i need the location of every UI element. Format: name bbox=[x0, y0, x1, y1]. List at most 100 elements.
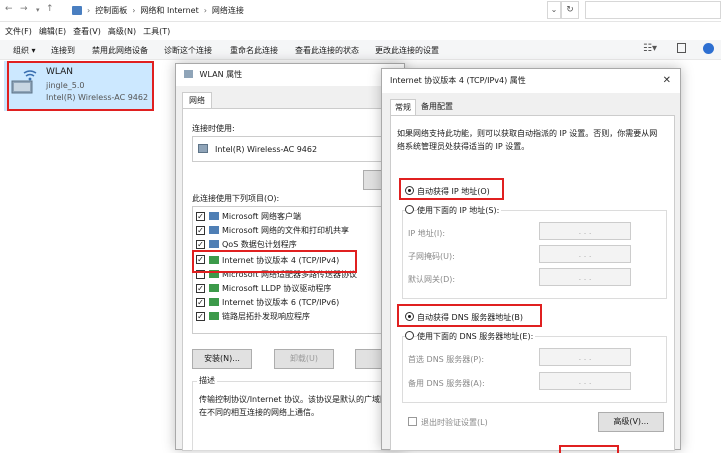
connect-using-label: 连接时使用: bbox=[192, 124, 235, 133]
subnet-mask-label: 子网掩码(U): bbox=[408, 252, 455, 261]
manual-ip-radio[interactable] bbox=[405, 205, 414, 214]
change-settings-button[interactable]: 更改此连接的设置 bbox=[375, 45, 439, 56]
item-label: QoS 数据包计划程序 bbox=[222, 240, 297, 249]
item-checkbox[interactable]: ✓ bbox=[196, 212, 205, 221]
item-checkbox[interactable]: ✓ bbox=[196, 284, 205, 293]
gateway-label: 默认网关(D): bbox=[408, 275, 456, 284]
ip-dots: . . . bbox=[578, 249, 592, 259]
connections-list: WLAN jingle_5.0 Intel(R) Wireless-AC 946… bbox=[0, 61, 174, 450]
ipv4-properties-dialog: Internet 协议版本 4 (TCP/IPv4) 属性 ✕ 常规 备用配置 … bbox=[381, 68, 681, 453]
protocol-icon bbox=[209, 298, 219, 306]
rename-button[interactable]: 重命名此连接 bbox=[230, 45, 278, 56]
back-icon[interactable]: ← bbox=[5, 4, 13, 14]
connection-name: WLAN bbox=[46, 67, 74, 77]
manual-ip-label[interactable]: 使用下面的 IP 地址(S): bbox=[417, 205, 502, 216]
close-icon[interactable]: ✕ bbox=[663, 70, 671, 92]
tab-general[interactable]: 常规 bbox=[390, 99, 416, 116]
auto-dns-radio[interactable] bbox=[405, 312, 414, 321]
refresh-button[interactable]: ↻ bbox=[561, 1, 579, 19]
disable-device-button[interactable]: 禁用此网络设备 bbox=[92, 45, 148, 56]
connect-to-button[interactable]: 连接到 bbox=[51, 45, 75, 56]
item-checkbox[interactable]: ✓ bbox=[196, 255, 205, 264]
auto-dns-label[interactable]: 自动获得 DNS 服务器地址(B) bbox=[417, 312, 523, 323]
list-item[interactable]: ✓ 链路层拓扑发现响应程序 bbox=[196, 310, 396, 323]
item-checkbox[interactable]: ✓ bbox=[196, 312, 205, 321]
protocol-icon bbox=[209, 256, 219, 264]
recent-dropdown-icon[interactable]: ▾ bbox=[36, 6, 40, 14]
item-label: Internet 协议版本 6 (TCP/IPv6) bbox=[222, 298, 340, 307]
diagnose-button[interactable]: 诊断这个连接 bbox=[164, 45, 212, 56]
connection-adapter: Intel(R) Wireless-AC 9462 bbox=[46, 93, 149, 102]
organize-button[interactable]: 组织 ▾ bbox=[13, 45, 36, 56]
menu-view[interactable]: 查看(V) bbox=[73, 26, 101, 37]
ip-dots: . . . bbox=[578, 376, 592, 386]
ip-address-label: IP 地址(I): bbox=[408, 229, 446, 238]
item-label: 链路层拓扑发现响应程序 bbox=[222, 312, 310, 321]
wlan-connection-item[interactable]: WLAN jingle_5.0 Intel(R) Wireless-AC 946… bbox=[4, 61, 154, 111]
list-item[interactable]: Microsoft 网络适配器多路传送器协议 bbox=[196, 268, 396, 281]
preview-pane-icon[interactable] bbox=[677, 43, 686, 53]
network-service-icon bbox=[209, 226, 219, 234]
menu-file[interactable]: 文件(F) bbox=[5, 26, 32, 37]
item-checkbox[interactable] bbox=[196, 270, 205, 279]
forward-icon[interactable]: → bbox=[20, 4, 28, 14]
up-icon[interactable]: ↑ bbox=[46, 4, 54, 14]
auto-ip-radio[interactable] bbox=[405, 186, 414, 195]
breadcrumb-item[interactable]: 网络连接 bbox=[212, 5, 244, 16]
install-button[interactable]: 安装(N)... bbox=[192, 349, 252, 369]
connection-network: jingle_5.0 bbox=[46, 81, 85, 90]
list-item[interactable]: ✓ QoS 数据包计划程序 bbox=[196, 238, 396, 251]
address-bar: ← → ▾ ↑ › 控制面板 › 网络和 Internet › 网络连接 ⌄ ↻ bbox=[0, 0, 721, 22]
control-panel-icon bbox=[72, 6, 82, 15]
preferred-dns-field[interactable]: . . . bbox=[539, 348, 631, 366]
protocol-icon bbox=[209, 312, 219, 320]
item-label: Microsoft LLDP 协议驱动程序 bbox=[222, 284, 332, 293]
validate-label[interactable]: 退出时验证设置(L) bbox=[421, 417, 488, 428]
list-item[interactable]: ✓ Internet 协议版本 6 (TCP/IPv6) bbox=[196, 296, 396, 309]
help-icon[interactable] bbox=[703, 43, 714, 54]
tab-network[interactable]: 网络 bbox=[182, 92, 212, 109]
wifi-adapter-icon bbox=[11, 70, 37, 94]
intro-text-2: 络系统管理员处获得适当的 IP 设置。 bbox=[397, 142, 530, 151]
dialog-title: WLAN 属性 bbox=[176, 64, 404, 86]
gateway-field[interactable]: . . . bbox=[539, 268, 631, 286]
search-input[interactable] bbox=[585, 1, 721, 19]
network-tab-pane: 连接时使用: Intel(R) Wireless-AC 9462 此连接使用下列… bbox=[182, 108, 400, 451]
list-item[interactable]: ✓ Microsoft LLDP 协议驱动程序 bbox=[196, 282, 396, 295]
intro-text-1: 如果网络支持此功能，则可以获取自动指派的 IP 设置。否则，你需要从网 bbox=[397, 129, 658, 138]
list-item[interactable]: ✓ Microsoft 网络客户端 bbox=[196, 210, 396, 223]
item-checkbox[interactable]: ✓ bbox=[196, 240, 205, 249]
auto-ip-label[interactable]: 自动获得 IP 地址(O) bbox=[417, 186, 490, 197]
subnet-mask-field[interactable]: . . . bbox=[539, 245, 631, 263]
validate-checkbox[interactable] bbox=[408, 417, 417, 426]
view-status-button[interactable]: 查看此连接的状态 bbox=[295, 45, 359, 56]
address-dropdown-button[interactable]: ⌄ bbox=[547, 1, 561, 19]
menu-edit[interactable]: 编辑(E) bbox=[39, 26, 66, 37]
uninstall-button[interactable]: 卸载(U) bbox=[274, 349, 334, 369]
menu-advanced[interactable]: 高级(N) bbox=[108, 26, 136, 37]
item-checkbox[interactable]: ✓ bbox=[196, 226, 205, 235]
menu-tools[interactable]: 工具(T) bbox=[143, 26, 170, 37]
ip-dots: . . . bbox=[578, 272, 592, 282]
advanced-button[interactable]: 高级(V)... bbox=[598, 412, 664, 432]
item-label: Microsoft 网络客户端 bbox=[222, 212, 301, 221]
breadcrumb-item[interactable]: 控制面板 bbox=[95, 5, 127, 16]
dialog-title: Internet 协议版本 4 (TCP/IPv4) 属性 bbox=[382, 69, 680, 93]
view-options-icon[interactable]: ☷▾ bbox=[643, 43, 657, 54]
item-checkbox[interactable]: ✓ bbox=[196, 298, 205, 307]
tab-alternate-config[interactable]: 备用配置 bbox=[418, 99, 456, 116]
preferred-dns-label: 首选 DNS 服务器(P): bbox=[408, 355, 485, 364]
list-item-selected[interactable]: ✓ Internet 协议版本 4 (TCP/IPv4) bbox=[196, 253, 396, 267]
list-item[interactable]: ✓ Microsoft 网络的文件和打印机共享 bbox=[196, 224, 396, 237]
ip-dots: . . . bbox=[578, 352, 592, 362]
manual-dns-label[interactable]: 使用下面的 DNS 服务器地址(E): bbox=[417, 331, 536, 342]
ip-address-field[interactable]: . . . bbox=[539, 222, 631, 240]
ip-dots: . . . bbox=[578, 226, 592, 236]
command-bar: 组织 ▾ 连接到 禁用此网络设备 诊断这个连接 重命名此连接 查看此连接的状态 … bbox=[0, 40, 721, 60]
breadcrumb-item[interactable]: 网络和 Internet bbox=[140, 5, 198, 16]
alternate-dns-field[interactable]: . . . bbox=[539, 372, 631, 390]
manual-dns-radio[interactable] bbox=[405, 331, 414, 340]
general-tab-pane: 如果网络支持此功能，则可以获取自动指派的 IP 设置。否则，你需要从网 络系统管… bbox=[390, 115, 675, 451]
menu-bar: 文件(F) 编辑(E) 查看(V) 高级(N) 工具(T) bbox=[0, 22, 721, 40]
protocol-icon bbox=[209, 284, 219, 292]
